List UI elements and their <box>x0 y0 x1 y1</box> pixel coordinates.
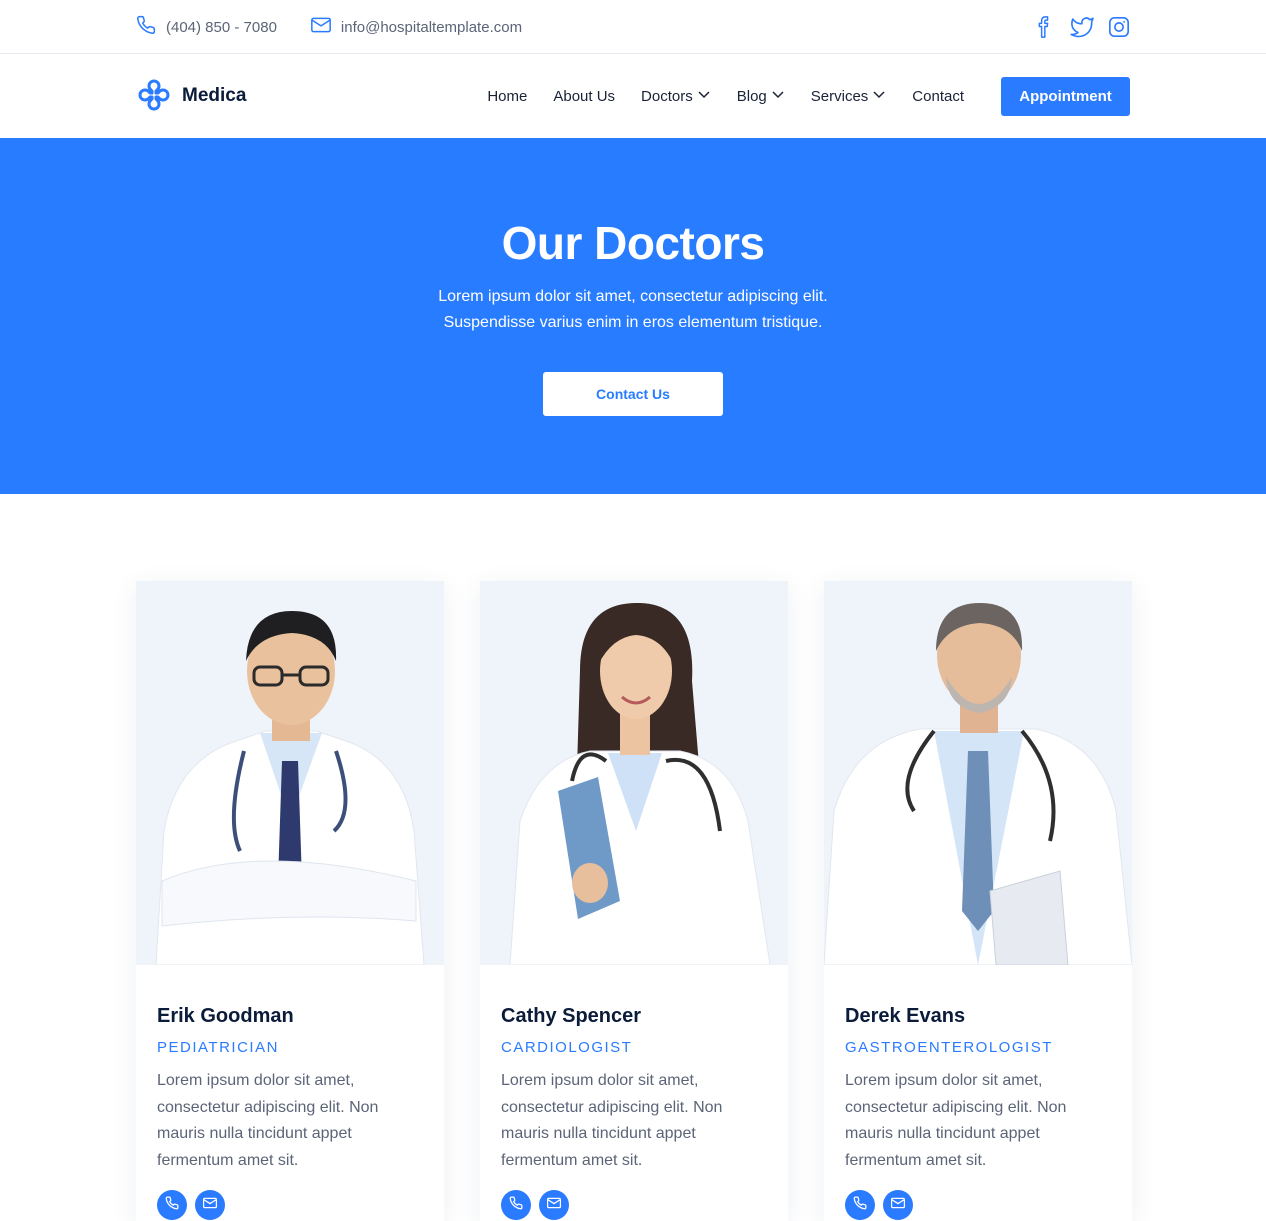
email-contact[interactable]: info@hospitaltemplate.com <box>311 17 522 37</box>
call-button[interactable] <box>501 1190 531 1220</box>
hero-subtitle: Lorem ipsum dolor sit amet, consectetur … <box>0 284 1266 336</box>
doctor-description: Lorem ipsum dolor sit amet, consectetur … <box>845 1072 1067 1169</box>
nav-label: Services <box>810 87 869 105</box>
nav-item-doctors[interactable]: Doctors <box>641 87 711 105</box>
chevron-down-icon <box>872 87 886 105</box>
phone-icon <box>136 15 156 39</box>
mail-icon <box>311 17 331 37</box>
doctor-description: Lorem ipsum dolor sit amet, consectetur … <box>157 1072 379 1169</box>
card-body: Cathy Spencer CARDIOLOGIST Lorem ipsum d… <box>480 965 788 1220</box>
card-body: Erik Goodman PEDIATRICIAN Lorem ipsum do… <box>136 965 444 1220</box>
twitter-icon[interactable] <box>1068 16 1094 38</box>
phone-contact[interactable]: (404) 850 - 7080 <box>136 15 277 39</box>
email-button[interactable] <box>883 1190 913 1220</box>
doctor-card[interactable]: Derek Evans GASTROENTEROLOGIST Lorem ips… <box>824 581 1132 1221</box>
mail-icon <box>890 1196 906 1214</box>
doctor-name: Derek Evans <box>845 1005 966 1027</box>
email-address: info@hospitaltemplate.com <box>340 18 523 36</box>
contact-us-button[interactable]: Contact Us <box>543 372 723 416</box>
nav-item-contact[interactable]: Contact <box>912 88 964 105</box>
doctor-photo <box>480 581 788 965</box>
hero-banner: Our Doctors Lorem ipsum dolor sit amet, … <box>0 138 1266 494</box>
appointment-button[interactable]: Appointment <box>1001 76 1130 116</box>
top-contact-bar: (404) 850 - 7080 info@hospitaltemplate.c… <box>0 0 1266 54</box>
doctor-photo <box>136 581 444 965</box>
call-button[interactable] <box>157 1190 187 1220</box>
nav-label: About Us <box>553 87 616 105</box>
mail-icon <box>202 1196 218 1214</box>
doctor-cards: Erik Goodman PEDIATRICIAN Lorem ipsum do… <box>136 581 1132 1221</box>
card-actions <box>845 1190 1111 1220</box>
nav-menu: Home About Us Doctors Blog Services Cont… <box>487 87 964 105</box>
call-button[interactable] <box>845 1190 875 1220</box>
card-actions <box>501 1190 767 1220</box>
doctor-description: Lorem ipsum dolor sit amet, consectetur … <box>501 1072 723 1169</box>
page-title: Our Doctors <box>501 217 765 269</box>
nav-item-about-us[interactable]: About Us <box>553 88 615 105</box>
doctor-photo <box>824 581 1132 965</box>
brand-logo[interactable]: Medica <box>136 76 246 117</box>
doctor-name: Erik Goodman <box>157 1005 294 1027</box>
card-actions <box>157 1190 423 1220</box>
doctor-card[interactable]: Erik Goodman PEDIATRICIAN Lorem ipsum do… <box>136 581 444 1221</box>
instagram-icon[interactable] <box>1108 16 1130 38</box>
social-links <box>1032 15 1130 39</box>
phone-icon <box>165 1196 179 1215</box>
hero-subtitle-line-1: Lorem ipsum dolor sit amet, consectetur … <box>438 288 828 305</box>
nav-item-blog[interactable]: Blog <box>737 87 785 105</box>
chevron-down-icon <box>697 87 711 105</box>
nav-item-services[interactable]: Services <box>811 87 887 105</box>
phone-number: (404) 850 - 7080 <box>166 18 277 36</box>
doctor-specialty: PEDIATRICIAN <box>157 1039 279 1056</box>
brand-name: Medica <box>182 85 247 106</box>
doctor-name: Cathy Spencer <box>501 1005 642 1027</box>
nav-label: Doctors <box>641 87 693 105</box>
main-navbar: Medica Home About Us Doctors Blog Servic… <box>0 54 1266 138</box>
hero-subtitle-line-2: Suspendisse varius enim in eros elementu… <box>443 314 823 331</box>
card-body: Derek Evans GASTROENTEROLOGIST Lorem ips… <box>824 965 1132 1220</box>
phone-icon <box>509 1196 523 1215</box>
nav-label: Home <box>487 87 528 105</box>
mail-icon <box>546 1196 562 1214</box>
nav-item-home[interactable]: Home <box>487 88 527 105</box>
email-button[interactable] <box>195 1190 225 1220</box>
nav-label: Blog <box>736 87 767 105</box>
facebook-icon[interactable] <box>1032 15 1054 39</box>
email-button[interactable] <box>539 1190 569 1220</box>
doctor-specialty: CARDIOLOGIST <box>501 1039 633 1056</box>
doctor-card[interactable]: Cathy Spencer CARDIOLOGIST Lorem ipsum d… <box>480 581 788 1221</box>
nav-label: Contact <box>912 87 964 105</box>
phone-icon <box>853 1196 867 1215</box>
doctor-specialty: GASTROENTEROLOGIST <box>845 1039 1053 1056</box>
medical-cross-logo-icon <box>136 76 172 117</box>
chevron-down-icon <box>771 87 785 105</box>
